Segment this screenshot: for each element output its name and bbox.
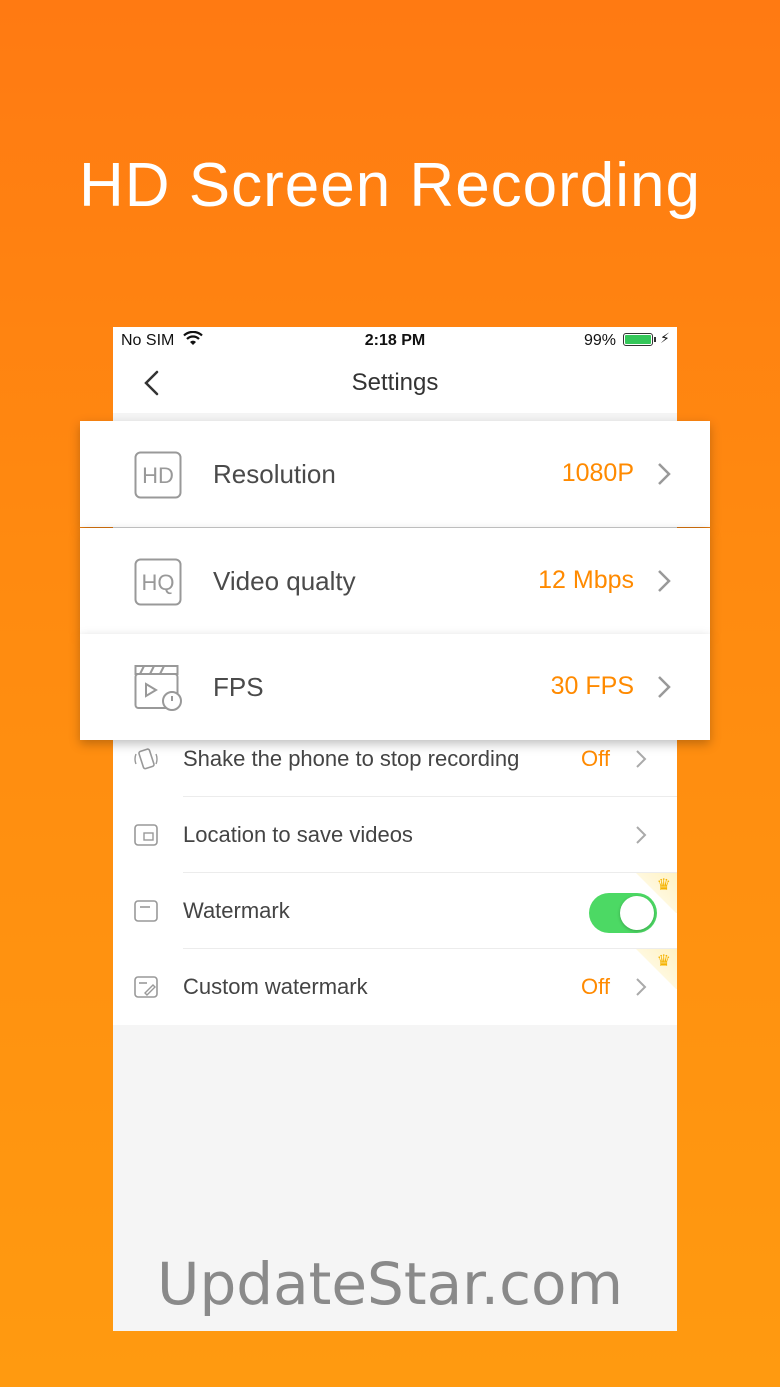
shake-phone-icon	[134, 748, 158, 770]
chevron-right-icon	[658, 676, 671, 698]
headline: HD Screen Recording	[78, 151, 702, 220]
video-quality-label: Video qualty	[213, 566, 356, 596]
charging-bolt-icon: ⚡	[660, 330, 670, 346]
fps-value: 30 FPS	[550, 672, 634, 700]
row-label: Custom watermark	[183, 974, 368, 999]
hd-icon: HD	[134, 451, 182, 499]
hq-icon: HQ	[134, 558, 182, 606]
list-item-custom-watermark[interactable]: Custom watermark Off ♛	[113, 949, 677, 1025]
site-watermark: UpdateStar.com	[157, 1250, 623, 1318]
clapper-timer-icon	[134, 665, 182, 711]
fps-card[interactable]: FPS 30 FPS	[80, 634, 710, 740]
battery-icon	[623, 333, 653, 346]
fps-label: FPS	[213, 672, 264, 702]
crown-icon: ♛	[656, 953, 671, 970]
page-title: Settings	[351, 369, 439, 396]
resolution-label: Resolution	[213, 459, 336, 489]
resolution-value: 1080P	[561, 459, 634, 487]
video-quality-value: 12 Mbps	[538, 566, 634, 594]
edit-watermark-icon	[134, 976, 158, 998]
chevron-right-icon	[658, 570, 671, 592]
battery-percent: 99%	[584, 332, 617, 349]
video-quality-card[interactable]: HQ Video qualty 12 Mbps	[80, 528, 710, 634]
chevron-right-icon	[636, 826, 647, 844]
list-item-save-location[interactable]: Location to save videos	[113, 797, 677, 873]
row-label: Location to save videos	[183, 822, 413, 847]
row-value: Off	[581, 974, 610, 999]
folder-icon	[134, 824, 158, 846]
chevron-right-icon	[658, 463, 671, 485]
chevron-right-icon	[636, 978, 647, 996]
row-label: Watermark	[183, 898, 290, 923]
row-label: Shake the phone to stop recording	[183, 746, 520, 771]
svg-text:HQ: HQ	[142, 570, 175, 595]
chevron-right-icon	[636, 750, 647, 768]
watermark-icon	[134, 900, 158, 922]
watermark-toggle[interactable]	[589, 893, 657, 933]
svg-text:HD: HD	[142, 463, 174, 488]
status-bar: No SIM 2:18 PM 99% ⚡	[113, 327, 677, 355]
row-value: Off	[581, 746, 610, 771]
crown-icon: ♛	[656, 877, 671, 894]
nav-bar: Settings	[113, 355, 677, 413]
list-item-watermark: Watermark ♛	[113, 873, 677, 949]
resolution-card[interactable]: HD Resolution 1080P	[80, 421, 710, 527]
